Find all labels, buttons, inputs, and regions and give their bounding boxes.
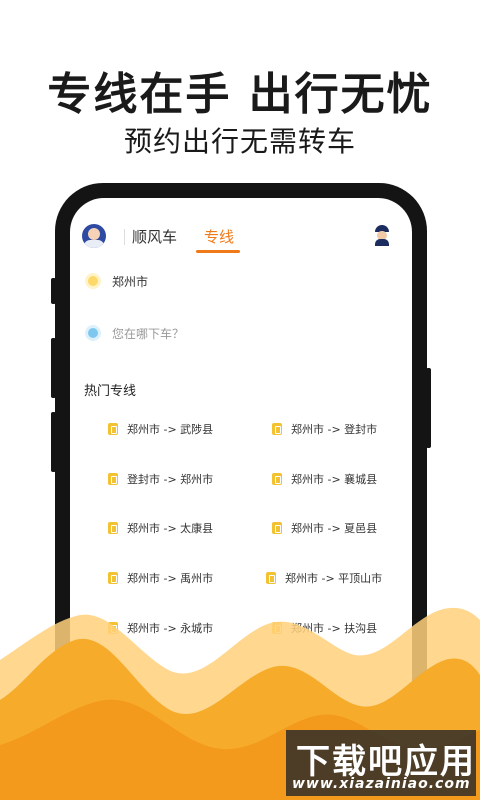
route-label: 登封市 -> 郑州市: [127, 473, 214, 486]
route-item[interactable]: 郑州市 -> 太康县: [108, 518, 213, 538]
top-tab-bar: 顺风车 专线: [70, 216, 412, 256]
route-item[interactable]: 郑州市 -> 夏邑县: [272, 518, 377, 538]
start-point-icon: [88, 276, 98, 286]
route-ticket-icon: [108, 423, 118, 435]
tab-dedicated-line[interactable]: 专线: [204, 226, 234, 247]
user-avatar-icon[interactable]: [82, 224, 106, 248]
route-label: 郑州市 -> 襄城县: [291, 473, 378, 486]
start-location-text: 郑州市: [112, 274, 149, 289]
route-ticket-icon: [272, 522, 282, 534]
route-ticket-icon: [272, 423, 282, 435]
route-label: 郑州市 -> 永城市: [127, 622, 214, 635]
route-ticket-icon: [108, 622, 118, 634]
route-item[interactable]: 郑州市 -> 襄城县: [272, 469, 377, 489]
destination-placeholder: 您在哪下车？: [112, 326, 185, 341]
promo-headline: 专线在手 出行无忧: [47, 69, 433, 120]
route-item[interactable]: 郑州市 -> 武陟县: [108, 419, 213, 439]
route-ticket-icon: [266, 572, 276, 584]
route-label: 郑州市 -> 夏邑县: [291, 522, 378, 535]
route-label: 郑州市 -> 登封市: [291, 423, 378, 436]
route-label: 郑州市 -> 平顶山市: [285, 572, 383, 585]
end-point-icon: [88, 328, 98, 338]
route-ticket-icon: [272, 622, 282, 634]
tab-carpool[interactable]: 顺风车: [132, 226, 177, 247]
route-item[interactable]: 郑州市 -> 登封市: [272, 419, 377, 439]
route-label: 郑州市 -> 武陟县: [127, 423, 214, 436]
police-service-icon[interactable]: [375, 225, 389, 246]
destination-input[interactable]: 您在哪下车？: [88, 322, 184, 344]
hot-routes-title: 热门专线: [84, 384, 137, 399]
route-label: 郑州市 -> 扶沟县: [291, 622, 378, 635]
watermark-badge: 下载吧应用 www.xiazainiao.com: [286, 730, 476, 796]
watermark-url: www.xiazainiao.com: [292, 776, 471, 792]
phone-screen: 顺风车 专线 郑州市 您在哪下车？ 热门专线 郑州市 -> 武陟县 郑州市 ->…: [70, 198, 412, 738]
route-ticket-icon: [108, 572, 118, 584]
route-ticket-icon: [108, 473, 118, 485]
route-item[interactable]: 郑州市 -> 禹州市: [108, 568, 213, 588]
tab-divider: [124, 229, 125, 245]
route-item[interactable]: 登封市 -> 郑州市: [108, 469, 213, 489]
route-item[interactable]: 郑州市 -> 扶沟县: [272, 618, 377, 638]
promo-subline: 预约出行无需转车: [123, 125, 356, 158]
route-label: 郑州市 -> 太康县: [127, 522, 214, 535]
start-location-row[interactable]: 郑州市: [88, 270, 148, 292]
route-item[interactable]: 郑州市 -> 平顶山市: [266, 568, 382, 588]
route-label: 郑州市 -> 禹州市: [127, 572, 214, 585]
active-tab-indicator: [196, 250, 240, 253]
route-item[interactable]: 郑州市 -> 永城市: [108, 618, 213, 638]
route-ticket-icon: [272, 473, 282, 485]
route-ticket-icon: [108, 522, 118, 534]
